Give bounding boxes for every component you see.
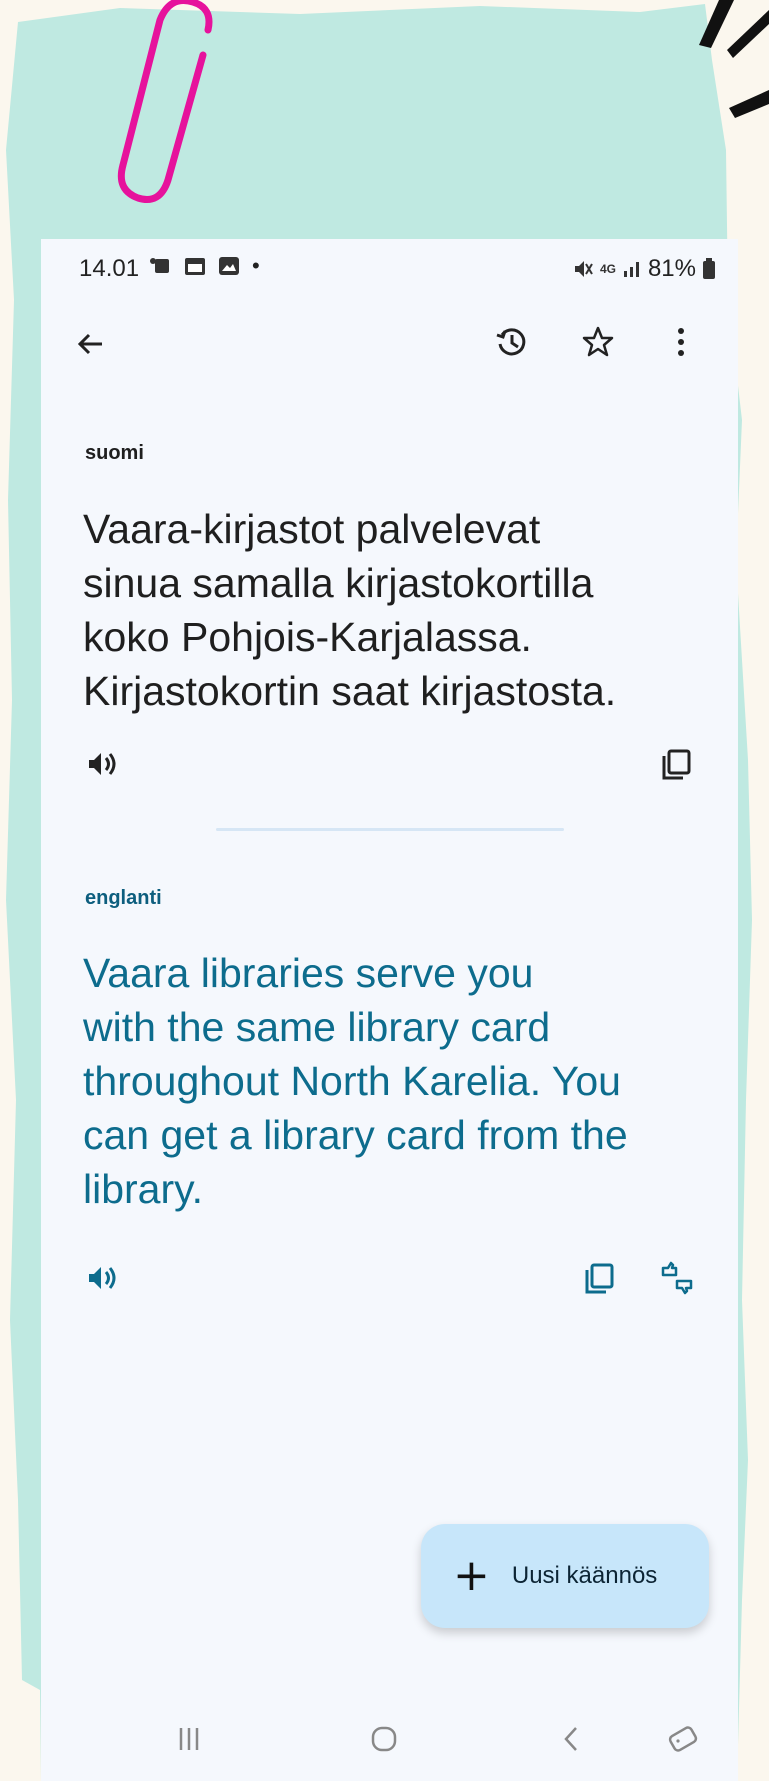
battery-icon bbox=[703, 258, 715, 279]
app-bar bbox=[41, 309, 738, 379]
plus-icon: + bbox=[453, 1550, 490, 1601]
target-language-label: englanti bbox=[85, 887, 162, 909]
target-speaker-icon[interactable] bbox=[77, 1253, 127, 1303]
notification-icons bbox=[149, 255, 241, 277]
paperclip-icon bbox=[117, 0, 213, 203]
phone-screen: 14.01 • 4G 81% suomi Vaara-kirjastot pal… bbox=[41, 239, 738, 1781]
target-copy-icon[interactable] bbox=[574, 1253, 624, 1303]
home-icon[interactable] bbox=[354, 1709, 414, 1769]
battery-level: 81% bbox=[647, 255, 696, 282]
source-language-label: suomi bbox=[85, 442, 144, 464]
star-icon[interactable] bbox=[573, 317, 623, 367]
translated-text[interactable]: Vaara libraries serve you with the same … bbox=[83, 946, 708, 1216]
status-right: 4G 81% bbox=[572, 255, 716, 283]
status-dot: • bbox=[252, 253, 260, 278]
back-arrow-icon[interactable] bbox=[66, 319, 116, 369]
recent-apps-icon[interactable] bbox=[159, 1709, 219, 1769]
new-translation-button[interactable]: + Uusi käännös bbox=[421, 1524, 709, 1628]
rotate-icon[interactable] bbox=[653, 1709, 713, 1769]
new-translation-label: Uusi käännös bbox=[511, 1562, 658, 1589]
source-text[interactable]: Vaara-kirjastot palvelevat sinua samalla… bbox=[83, 502, 708, 718]
gallery-icon bbox=[219, 257, 239, 275]
network-type: 4G bbox=[599, 262, 616, 276]
history-icon[interactable] bbox=[486, 317, 536, 367]
feedback-icon[interactable] bbox=[652, 1253, 702, 1303]
source-speaker-icon[interactable] bbox=[77, 739, 127, 789]
source-copy-icon[interactable] bbox=[651, 739, 701, 789]
back-icon[interactable] bbox=[542, 1709, 602, 1769]
status-bar: 14.01 • 4G 81% bbox=[41, 239, 738, 299]
brush-stroke-decoration bbox=[699, 0, 769, 118]
status-time: 14.01 bbox=[79, 255, 140, 282]
more-vert-icon[interactable] bbox=[656, 317, 706, 367]
system-nav-bar bbox=[41, 1699, 738, 1779]
teams-icon bbox=[150, 258, 169, 273]
mute-icon bbox=[574, 261, 593, 277]
signal-icon bbox=[623, 262, 639, 277]
calendar-icon bbox=[185, 258, 205, 275]
section-divider bbox=[216, 828, 564, 831]
